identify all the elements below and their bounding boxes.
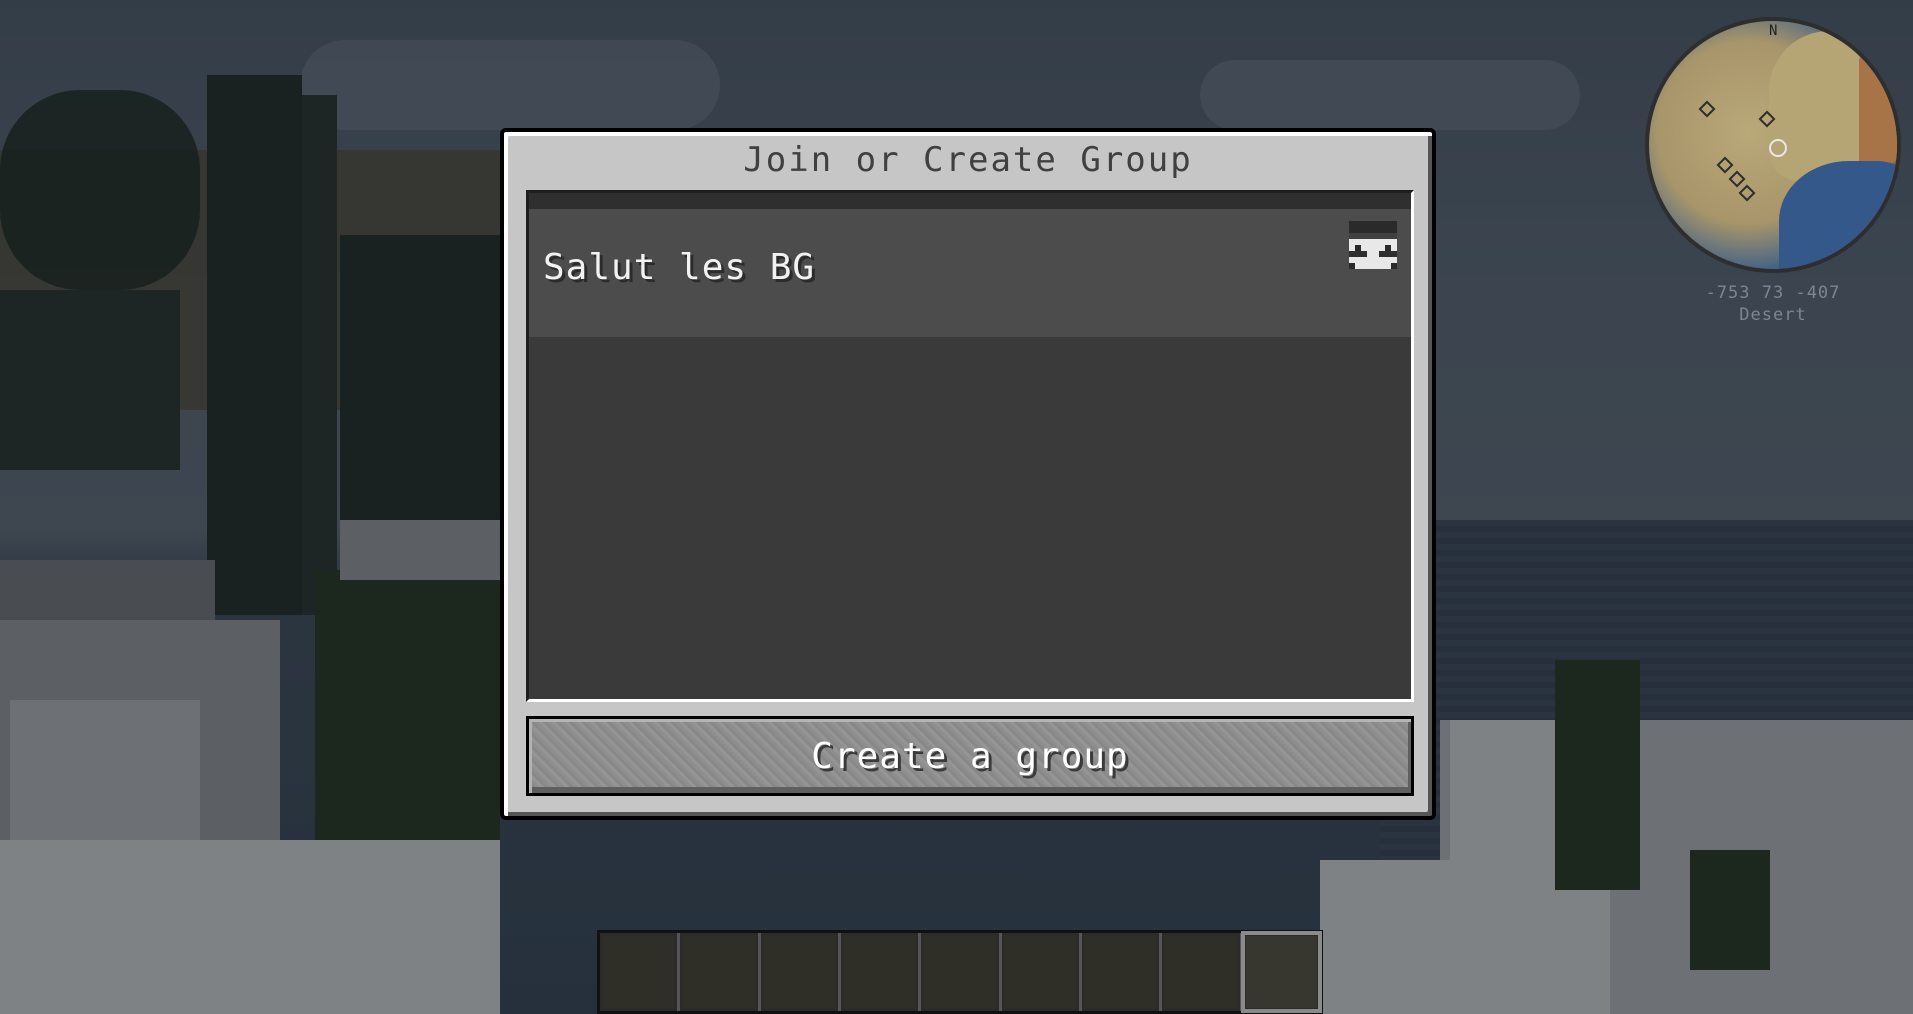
waypoint-icon bbox=[1716, 156, 1734, 174]
waypoint-icon bbox=[1698, 100, 1716, 118]
hotbar bbox=[597, 930, 1323, 1014]
minimap-coordinates: -753 73 -407 bbox=[1705, 283, 1841, 303]
player-location-icon bbox=[1769, 139, 1787, 157]
minimap-north-label: N bbox=[1769, 23, 1778, 39]
waypoint-icon bbox=[1728, 170, 1746, 188]
group-list-header bbox=[529, 193, 1411, 209]
hotbar-slot[interactable] bbox=[680, 933, 761, 1011]
group-list[interactable]: Salut les BG bbox=[526, 190, 1414, 702]
hotbar-slot[interactable] bbox=[921, 933, 1002, 1011]
minimap-biome: Desert bbox=[1739, 305, 1807, 325]
hotbar-slot[interactable] bbox=[1081, 933, 1163, 1011]
hotbar-slot[interactable] bbox=[600, 933, 681, 1011]
hotbar-slot[interactable] bbox=[840, 933, 922, 1011]
player-head-icon bbox=[1349, 221, 1397, 269]
waypoint-icon bbox=[1738, 184, 1756, 202]
hotbar-slot[interactable] bbox=[1001, 933, 1082, 1011]
join-create-group-dialog: Join or Create Group Salut les BG Create… bbox=[500, 128, 1436, 820]
group-name: Salut les BG bbox=[543, 247, 816, 288]
hotbar-slot[interactable] bbox=[1240, 931, 1322, 1013]
minimap: N bbox=[1645, 17, 1901, 273]
dialog-title: Join or Create Group bbox=[743, 140, 1193, 180]
group-entry[interactable]: Salut les BG bbox=[529, 209, 1411, 337]
hotbar-slot[interactable] bbox=[1162, 933, 1243, 1011]
create-group-button[interactable]: Create a group bbox=[526, 716, 1414, 796]
hotbar-slot[interactable] bbox=[760, 933, 841, 1011]
